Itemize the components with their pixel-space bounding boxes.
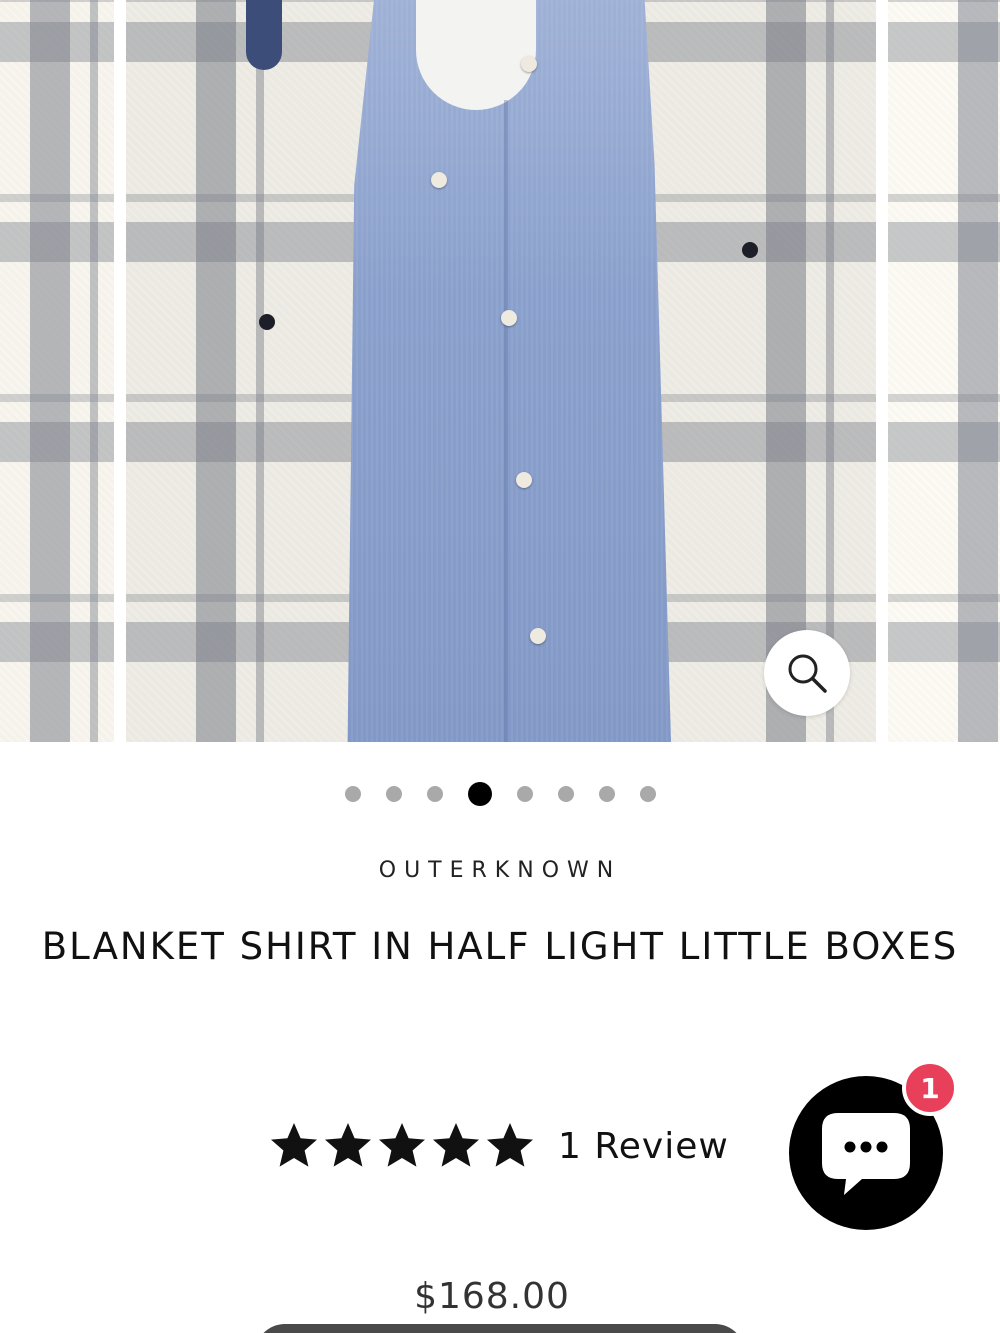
star-icon xyxy=(433,1123,479,1167)
carousel-dot[interactable] xyxy=(344,786,361,802)
product-title: BLANKET SHIRT IN HALF LIGHT LITTLE BOXES xyxy=(41,925,959,968)
current-slide-image[interactable] xyxy=(126,0,876,742)
chat-bubble-icon xyxy=(822,1113,910,1195)
chat-notification-badge: 1 xyxy=(902,1060,958,1116)
star-icon xyxy=(379,1123,425,1167)
review-count-link[interactable]: 1 Review xyxy=(558,1126,729,1167)
star-icon xyxy=(271,1123,317,1167)
product-rating[interactable]: 1 Review xyxy=(268,1116,729,1176)
product-image-carousel[interactable] xyxy=(0,0,1000,742)
product-price: $168.00 xyxy=(414,1276,570,1317)
product-page: OUTERKNOWN BLANKET SHIRT IN HALF LIGHT L… xyxy=(0,0,1000,1333)
carousel-dot[interactable] xyxy=(516,786,533,802)
star-icon xyxy=(487,1123,533,1167)
carousel-dot[interactable] xyxy=(385,786,402,802)
carousel-dot[interactable] xyxy=(426,786,443,802)
next-slide-image[interactable] xyxy=(888,0,1000,742)
product-brand[interactable]: OUTERKNOWN xyxy=(0,858,1000,883)
carousel-dot[interactable] xyxy=(598,786,615,802)
zoom-button[interactable] xyxy=(764,630,850,716)
carousel-dot[interactable] xyxy=(639,786,656,802)
rating-stars xyxy=(268,1120,538,1172)
carousel-dot[interactable] xyxy=(467,782,492,806)
carousel-pagination xyxy=(0,780,1000,808)
previous-slide-image[interactable] xyxy=(0,0,114,742)
star-icon xyxy=(325,1123,371,1167)
add-to-cart-bar[interactable] xyxy=(255,1324,745,1333)
carousel-dot[interactable] xyxy=(557,786,574,802)
search-icon xyxy=(788,654,827,693)
